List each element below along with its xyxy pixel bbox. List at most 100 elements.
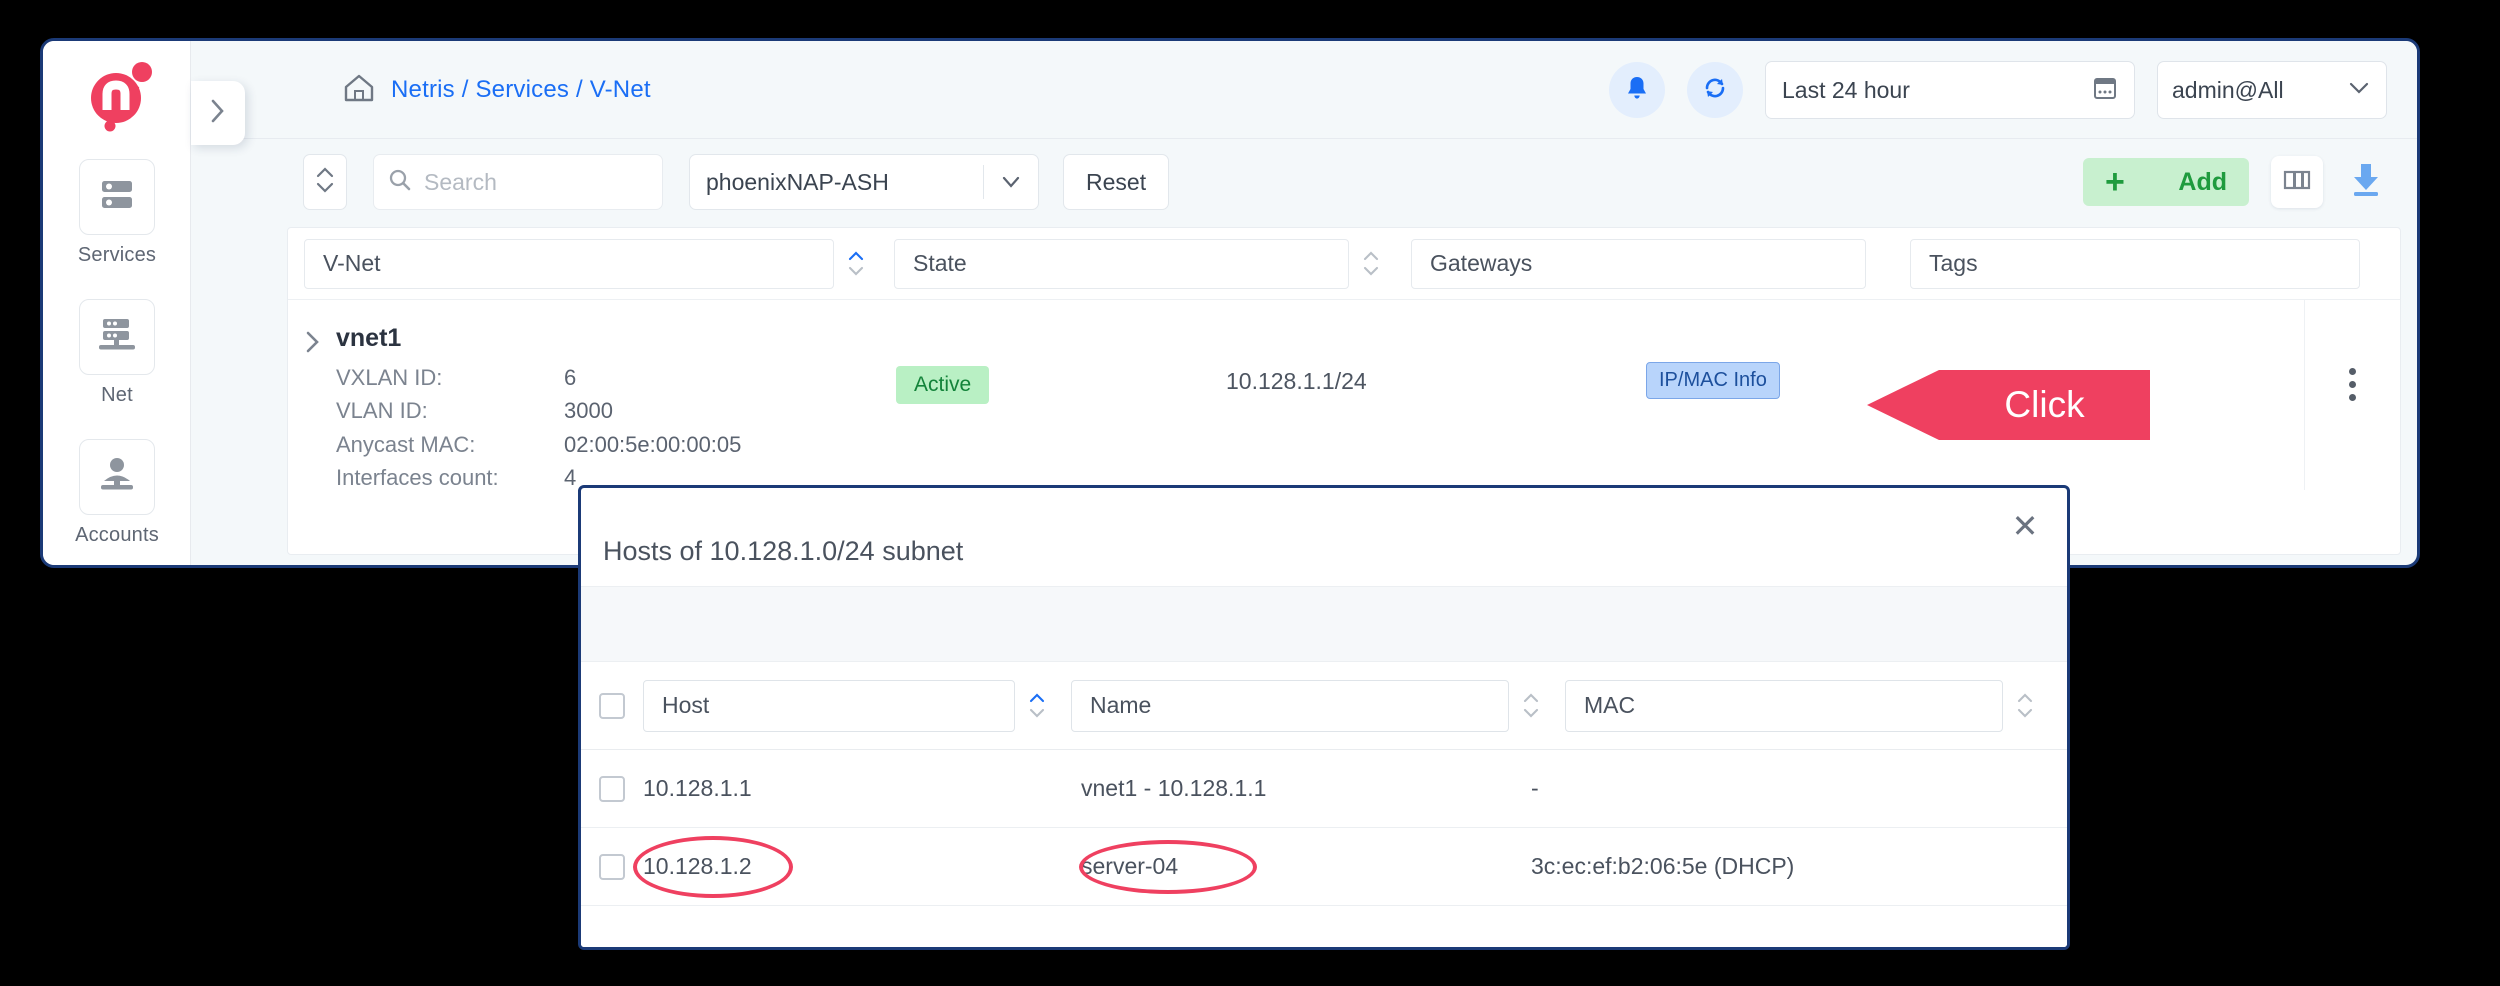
- sidebar-item-accounts-box: [79, 439, 155, 515]
- cell-name: server-04: [1081, 853, 1531, 880]
- row-select-cell: [581, 854, 643, 880]
- filter-label-state: State: [913, 250, 967, 277]
- server-stack-icon: [97, 177, 137, 218]
- home-icon[interactable]: [343, 73, 375, 108]
- detail-value: 3000: [564, 394, 613, 427]
- notifications-button[interactable]: [1609, 62, 1665, 118]
- search-icon: [388, 168, 412, 197]
- modal-filter-input-name[interactable]: Name: [1071, 680, 1509, 732]
- reset-button-label: Reset: [1086, 169, 1146, 196]
- sort-control-mac[interactable]: [2003, 693, 2047, 718]
- refresh-button[interactable]: [1687, 62, 1743, 118]
- modal-filter-host: Host: [643, 680, 1059, 732]
- chevron-right-icon: [302, 328, 322, 490]
- toolbar: phoenixNAP-ASH Reset + Add: [191, 140, 2417, 224]
- modal-column-label-mac: MAC: [1584, 692, 1635, 719]
- sort-control-vnet[interactable]: [834, 251, 878, 276]
- sidebar: Services Net: [43, 41, 191, 565]
- modal-toolbar-strip: [581, 586, 2067, 662]
- netris-logo[interactable]: [43, 49, 191, 141]
- modal-filter-row: Host Name MAC: [581, 662, 2067, 750]
- row-menu-cell: [2304, 300, 2400, 490]
- filter-input-gateways[interactable]: Gateways: [1411, 239, 1866, 289]
- vnet-name[interactable]: vnet1: [336, 324, 896, 353]
- tenant-user-value: admin@All: [2172, 77, 2346, 104]
- sidebar-item-services-box: [79, 159, 155, 235]
- sidebar-item-net[interactable]: Net: [43, 299, 191, 407]
- row-checkbox[interactable]: [599, 776, 625, 802]
- vnet-info: vnet1 VXLAN ID: 6 VLAN ID: 3000 Anycast …: [336, 300, 896, 490]
- date-range-picker[interactable]: Last 24 hour: [1765, 61, 2135, 119]
- row-checkbox[interactable]: [599, 854, 625, 880]
- bell-icon: [1624, 74, 1650, 107]
- detail-key: Interfaces count:: [336, 461, 564, 494]
- detail-value: 02:00:5e:00:00:05: [564, 428, 741, 461]
- header-actions: Last 24 hour admin@All: [1609, 41, 2387, 139]
- sort-updown-icon: [314, 163, 336, 202]
- close-icon[interactable]: ✕: [2005, 506, 2045, 546]
- plus-icon: +: [2105, 165, 2125, 199]
- row-expand-button[interactable]: [288, 300, 336, 490]
- search-input[interactable]: [424, 169, 648, 196]
- sidebar-item-label: Accounts: [75, 524, 159, 547]
- list-item[interactable]: 10.128.1.1 vnet1 - 10.128.1.1 -: [581, 750, 2067, 828]
- row-select-cell: [581, 776, 643, 802]
- filter-label-tags: Tags: [1929, 250, 1978, 277]
- status-badge: Active: [896, 366, 989, 404]
- detail-value: 6: [564, 361, 576, 394]
- add-button[interactable]: + Add: [2083, 158, 2249, 206]
- filter-label-vnet: V-Net: [323, 250, 381, 277]
- detail-key: Anycast MAC:: [336, 428, 564, 461]
- sidebar-item-services[interactable]: Services: [43, 159, 191, 267]
- site-select[interactable]: phoenixNAP-ASH: [689, 154, 1039, 210]
- click-callout-annotation: Click: [1867, 370, 2150, 440]
- ip-mac-info-button[interactable]: IP/MAC Info: [1646, 362, 1780, 399]
- breadcrumb-text[interactable]: Netris / Services / V-Net: [391, 76, 651, 104]
- download-button[interactable]: [2345, 159, 2387, 205]
- filter-cell-state: State: [894, 239, 1393, 289]
- sort-control-host[interactable]: [1015, 693, 1059, 718]
- cell-mac: 3c:ec:ef:b2:06:5e (DHCP): [1531, 853, 1971, 880]
- filter-input-tags[interactable]: Tags: [1910, 239, 2360, 289]
- detail-key: VXLAN ID:: [336, 361, 564, 394]
- sort-control-state[interactable]: [1349, 251, 1393, 276]
- modal-filter-input-host[interactable]: Host: [643, 680, 1015, 732]
- filter-input-vnet[interactable]: V-Net: [304, 239, 834, 289]
- sort-control-name[interactable]: [1509, 693, 1553, 718]
- table-filter-row: V-Net State Gateways: [288, 228, 2400, 300]
- filter-label-gateways: Gateways: [1430, 250, 1532, 277]
- vertical-dots-icon[interactable]: [2349, 368, 2356, 401]
- cell-name: vnet1 - 10.128.1.1: [1081, 775, 1531, 802]
- search-box[interactable]: [373, 154, 663, 210]
- breadcrumb[interactable]: Netris / Services / V-Net: [343, 41, 651, 139]
- detail-key: VLAN ID:: [336, 394, 564, 427]
- detail-value: 4: [564, 461, 576, 494]
- modal-filter-mac: MAC: [1565, 680, 2047, 732]
- tenant-user-select[interactable]: admin@All: [2157, 61, 2387, 119]
- chevron-down-icon: [984, 174, 1038, 190]
- sidebar-item-label: Net: [101, 384, 133, 407]
- filter-input-state[interactable]: State: [894, 239, 1349, 289]
- modal-header: Hosts of 10.128.1.0/24 subnet ✕: [581, 488, 2067, 586]
- toolbar-right-actions: + Add: [2083, 156, 2387, 208]
- calendar-icon: [2092, 74, 2118, 107]
- modal-column-label-name: Name: [1090, 692, 1151, 719]
- sidebar-item-net-box: [79, 299, 155, 375]
- site-select-value: phoenixNAP-ASH: [690, 169, 983, 196]
- sort-order-button[interactable]: [303, 154, 347, 210]
- sidebar-item-label: Services: [78, 244, 156, 267]
- modal-filter-input-mac[interactable]: MAC: [1565, 680, 2003, 732]
- list-item[interactable]: 10.128.1.2 server-04 3c:ec:ef:b2:06:5e (…: [581, 828, 2067, 906]
- column-settings-button[interactable]: [2271, 156, 2323, 208]
- reset-button[interactable]: Reset: [1063, 154, 1169, 210]
- date-range-value: Last 24 hour: [1782, 77, 2092, 104]
- filter-cell-tags: Tags: [1910, 239, 2360, 289]
- modal-column-label-host: Host: [662, 692, 709, 719]
- sidebar-collapse-button[interactable]: [191, 81, 245, 145]
- modal-footer: [581, 906, 2067, 950]
- chevron-right-icon: [209, 97, 227, 130]
- select-all-checkbox[interactable]: [599, 693, 625, 719]
- user-account-icon: [97, 456, 137, 499]
- download-icon: [2349, 161, 2383, 204]
- sidebar-item-accounts[interactable]: Accounts: [43, 439, 191, 547]
